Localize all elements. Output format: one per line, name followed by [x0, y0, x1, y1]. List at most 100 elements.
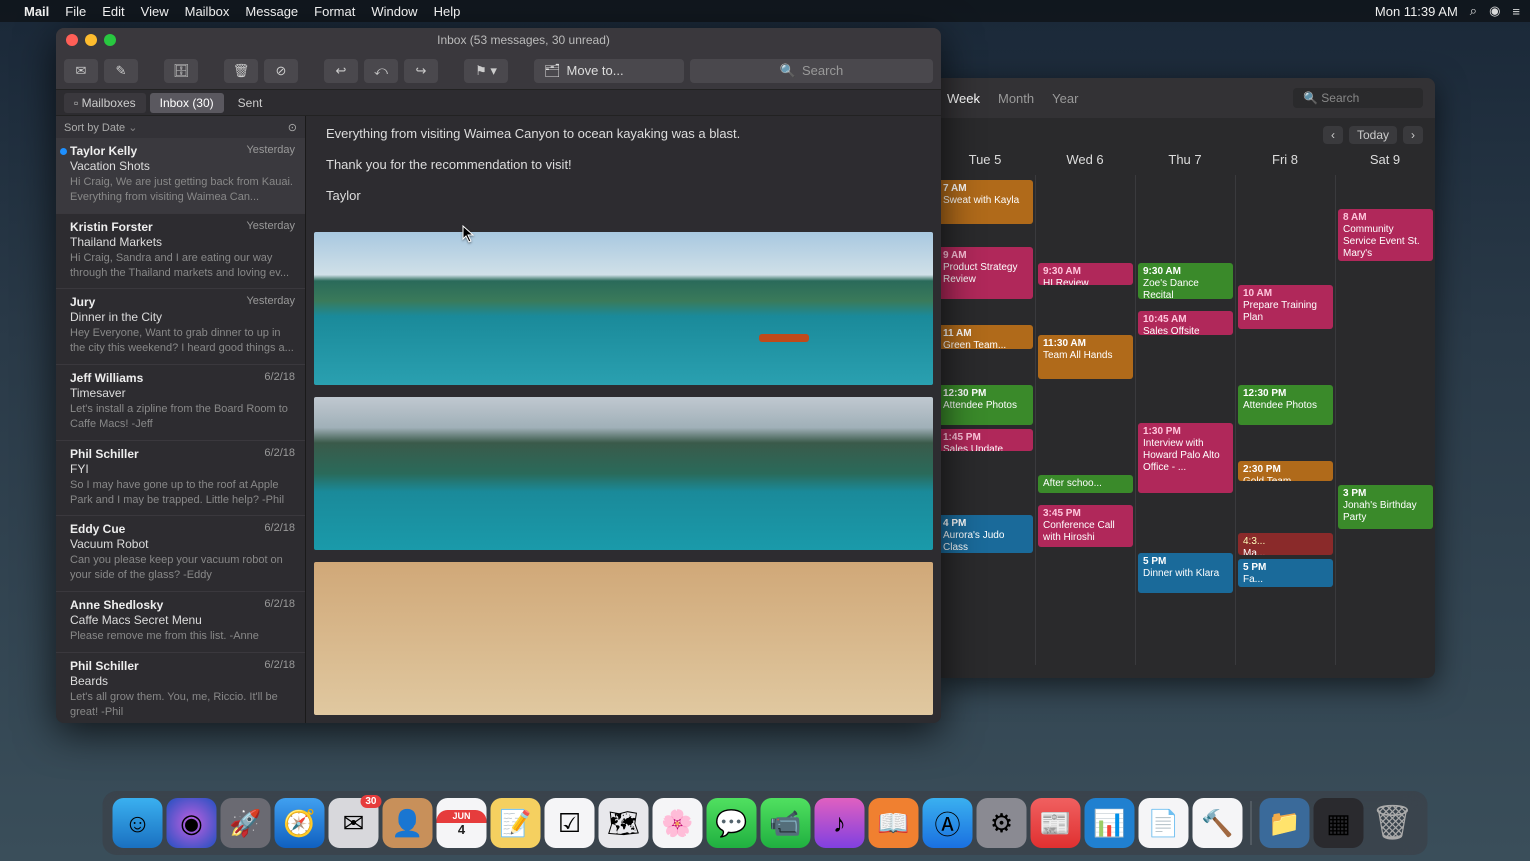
dock-launchpad[interactable]: 🚀: [221, 798, 271, 848]
calendar-event[interactable]: 5 PMFa...: [1238, 559, 1333, 587]
calendar-event[interactable]: 12:30 PMAttendee Photos: [938, 385, 1033, 425]
mail-search-input[interactable]: 🔍 Search: [690, 59, 933, 83]
dock-minimized-window[interactable]: ▦: [1314, 798, 1364, 848]
sort-options-icon[interactable]: ⊙: [288, 121, 297, 134]
dock-calendar[interactable]: JUN4: [437, 798, 487, 848]
message-list-item[interactable]: Eddy Cue6/2/18Vacuum RobotCan you please…: [56, 516, 305, 592]
reply-button[interactable]: ↩: [324, 59, 358, 83]
menu-edit[interactable]: Edit: [102, 4, 124, 19]
calendar-column-sat[interactable]: 8 AMCommunity Service Event St. Mary's 3 …: [1335, 175, 1435, 665]
calendar-event[interactable]: 11:30 AMTeam All Hands: [1038, 335, 1133, 379]
get-mail-button[interactable]: ✉: [64, 59, 98, 83]
compose-button[interactable]: ✎: [104, 59, 138, 83]
tab-inbox[interactable]: Inbox (30): [150, 93, 224, 113]
message-content[interactable]: Everything from visiting Waimea Canyon t…: [306, 116, 941, 723]
calendar-event[interactable]: 10:45 AMSales Offsite: [1138, 311, 1233, 335]
dock-system-preferences[interactable]: ⚙: [977, 798, 1027, 848]
dock-trash[interactable]: 🗑: [1368, 798, 1418, 848]
dock-finder[interactable]: ☺: [113, 798, 163, 848]
dock-xcode[interactable]: 🔨: [1193, 798, 1243, 848]
dock-downloads[interactable]: 📁: [1260, 798, 1310, 848]
calendar-event[interactable]: 9:30 AMZoe's Dance Recital: [1138, 263, 1233, 299]
menubar-clock[interactable]: Mon 11:39 AM: [1375, 4, 1458, 19]
calendar-event[interactable]: 7 AMSweat with Kayla: [938, 180, 1033, 224]
dock-ibooks[interactable]: 📖: [869, 798, 919, 848]
siri-menubar-icon[interactable]: ◉: [1489, 3, 1500, 19]
sort-header[interactable]: Sort by Date ⌄ ⊙: [56, 116, 305, 138]
dock-itunes[interactable]: ♪: [815, 798, 865, 848]
delete-button[interactable]: 🗑: [224, 59, 258, 83]
calendar-event[interactable]: 10 AMPrepare Training Plan: [1238, 285, 1333, 329]
calendar-next-button[interactable]: ›: [1403, 126, 1423, 144]
calendar-column-wed[interactable]: 9:30 AMHI Review 11:30 AMTeam All Hands Af…: [1035, 175, 1135, 665]
dock-facetime[interactable]: 📹: [761, 798, 811, 848]
menu-mailbox[interactable]: Mailbox: [185, 4, 230, 19]
dock-notes[interactable]: 📝: [491, 798, 541, 848]
calendar-event[interactable]: 1:30 PMInterview with Howard Palo Alto O…: [1138, 423, 1233, 493]
menu-help[interactable]: Help: [434, 4, 461, 19]
calendar-view-month[interactable]: Month: [998, 91, 1034, 106]
message-list-item[interactable]: Jeff Williams6/2/18TimesaverLet's instal…: [56, 365, 305, 441]
calendar-today-button[interactable]: Today: [1349, 126, 1397, 144]
app-menu[interactable]: Mail: [24, 4, 49, 19]
calendar-event[interactable]: 3 PMJonah's Birthday Party: [1338, 485, 1433, 529]
flag-button[interactable]: ⚑ ▾: [464, 59, 508, 83]
calendar-event[interactable]: 2:30 PMGold Team...: [1238, 461, 1333, 481]
calendar-event[interactable]: 12:30 PMAttendee Photos: [1238, 385, 1333, 425]
calendar-view-segment[interactable]: Week Month Year: [947, 91, 1078, 106]
dock-pages[interactable]: 📄: [1139, 798, 1189, 848]
attachment-photo[interactable]: [314, 562, 933, 715]
tab-mailboxes[interactable]: ▫ Mailboxes: [64, 93, 146, 113]
tab-sent[interactable]: Sent: [228, 93, 273, 113]
spotlight-icon[interactable]: ⌕: [1470, 3, 1477, 19]
message-list-item[interactable]: Phil Schiller6/2/18FYISo I may have gone…: [56, 441, 305, 517]
dock-keynote[interactable]: 📊: [1085, 798, 1135, 848]
message-list[interactable]: Sort by Date ⌄ ⊙ Taylor KellyYesterdayVa…: [56, 116, 306, 723]
dock-reminders[interactable]: ☑: [545, 798, 595, 848]
calendar-event[interactable]: 5 PMDinner with Klara: [1138, 553, 1233, 593]
calendar-event[interactable]: 1:45 PMSales Update: [938, 429, 1033, 451]
mail-titlebar[interactable]: Inbox (53 messages, 30 unread): [56, 28, 941, 52]
calendar-event[interactable]: After schoo...: [1038, 475, 1133, 493]
dock-messages[interactable]: 💬: [707, 798, 757, 848]
message-list-item[interactable]: JuryYesterdayDinner in the CityHey Every…: [56, 289, 305, 365]
menu-format[interactable]: Format: [314, 4, 355, 19]
dock-contacts[interactable]: 👤: [383, 798, 433, 848]
dock-photos[interactable]: 🌸: [653, 798, 703, 848]
dock-siri[interactable]: ◉: [167, 798, 217, 848]
menu-window[interactable]: Window: [371, 4, 417, 19]
dock-news[interactable]: 📰: [1031, 798, 1081, 848]
menu-message[interactable]: Message: [245, 4, 298, 19]
calendar-event[interactable]: 9:30 AMHI Review: [1038, 263, 1133, 285]
reply-all-button[interactable]: ⤺: [364, 59, 398, 83]
calendar-column-fri[interactable]: 10 AMPrepare Training Plan 12:30 PMAttend…: [1235, 175, 1335, 665]
calendar-event[interactable]: 4:3...Ma...: [1238, 533, 1333, 555]
calendar-grid[interactable]: 7 AMSweat with Kayla 9 AMProduct Strategy…: [935, 175, 1435, 665]
message-list-item[interactable]: Phil Schiller6/2/18BeardsLet's all grow …: [56, 653, 305, 723]
calendar-search-input[interactable]: 🔍 Search: [1293, 88, 1423, 108]
forward-button[interactable]: ↪: [404, 59, 438, 83]
junk-button[interactable]: ⊘: [264, 59, 298, 83]
dock-mail[interactable]: ✉30: [329, 798, 379, 848]
calendar-event[interactable]: 11 AMGreen Team...: [938, 325, 1033, 349]
dock-maps[interactable]: 🗺: [599, 798, 649, 848]
calendar-column-tue[interactable]: 7 AMSweat with Kayla 9 AMProduct Strategy…: [935, 175, 1035, 665]
attachment-photo[interactable]: [314, 397, 933, 550]
calendar-prev-button[interactable]: ‹: [1323, 126, 1343, 144]
calendar-event[interactable]: 8 AMCommunity Service Event St. Mary's: [1338, 209, 1433, 261]
menu-view[interactable]: View: [141, 4, 169, 19]
calendar-column-thu[interactable]: 9:30 AMZoe's Dance Recital 10:45 AMSales …: [1135, 175, 1235, 665]
attachment-photo[interactable]: [314, 232, 933, 385]
notification-center-icon[interactable]: ≡: [1512, 4, 1520, 19]
menu-file[interactable]: File: [65, 4, 86, 19]
calendar-event[interactable]: 3:45 PMConference Call with Hiroshi: [1038, 505, 1133, 547]
zoom-button[interactable]: [104, 34, 116, 46]
dock-appstore[interactable]: Ⓐ: [923, 798, 973, 848]
archive-button[interactable]: 🗄: [164, 59, 198, 83]
message-list-item[interactable]: Kristin ForsterYesterdayThailand Markets…: [56, 214, 305, 290]
dock-safari[interactable]: 🧭: [275, 798, 325, 848]
calendar-event[interactable]: 9 AMProduct Strategy Review: [938, 247, 1033, 299]
message-list-item[interactable]: Taylor KellyYesterdayVacation ShotsHi Cr…: [56, 138, 305, 214]
close-button[interactable]: [66, 34, 78, 46]
move-to-dropdown[interactable]: 🗂 Move to...: [534, 59, 684, 83]
